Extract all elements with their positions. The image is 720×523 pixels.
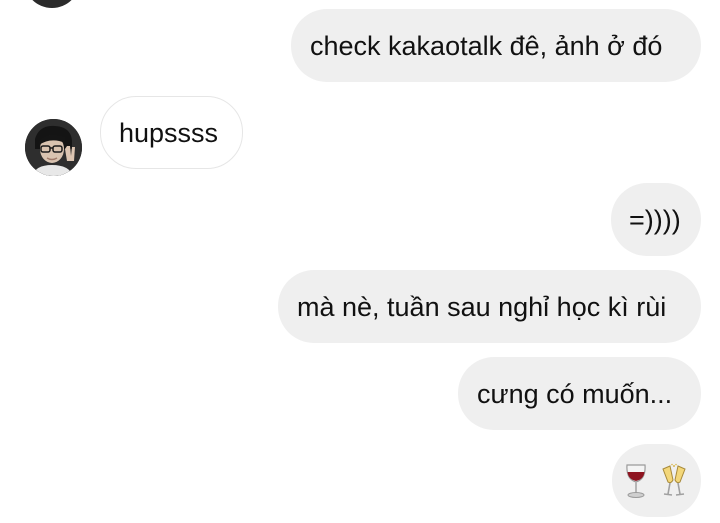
champagne-glasses-emoji	[659, 463, 689, 499]
avatar[interactable]	[25, 119, 82, 176]
message-bubble-incoming[interactable]: hupssss	[100, 96, 243, 169]
wine-glass-emoji	[625, 463, 647, 499]
profile-photo	[25, 119, 82, 176]
message-bubble-outgoing[interactable]: mà nè, tuần sau nghỉ học kì rùi	[278, 270, 701, 343]
message-bubble-outgoing-emoji[interactable]	[612, 444, 701, 517]
message-text: cưng có muốn...	[477, 378, 673, 409]
message-bubble-outgoing[interactable]: check kakaotalk đê, ảnh ở đó	[291, 9, 701, 82]
message-text: check kakaotalk đê, ảnh ở đó	[310, 30, 663, 61]
message-bubble-outgoing[interactable]: cưng có muốn...	[458, 357, 701, 430]
message-text: hupssss	[119, 117, 219, 148]
message-bubble-outgoing[interactable]: =))))	[611, 183, 701, 256]
message-text: =))))	[629, 204, 681, 235]
previous-avatar-edge	[24, 0, 80, 8]
message-text: mà nè, tuần sau nghỉ học kì rùi	[297, 291, 667, 322]
